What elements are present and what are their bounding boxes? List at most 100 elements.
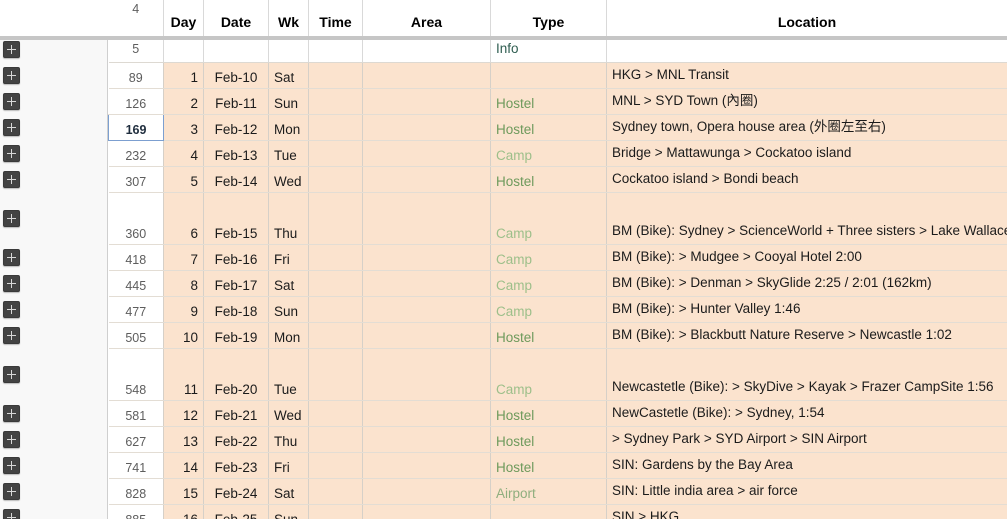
cell-time[interactable] bbox=[308, 166, 363, 193]
cell-area[interactable] bbox=[362, 478, 491, 505]
row-number[interactable]: 360 bbox=[108, 192, 164, 245]
expand-row-button[interactable] bbox=[3, 365, 20, 383]
row-number[interactable]: 307 bbox=[108, 166, 164, 193]
cell-day[interactable]: 13 bbox=[163, 426, 204, 453]
cell-type[interactable]: Hostel bbox=[490, 88, 607, 115]
cell-loc[interactable]: Bridge > Mattawunga > Cockatoo island bbox=[606, 140, 1007, 167]
cell-date[interactable]: Feb-23 bbox=[203, 452, 269, 479]
cell-area[interactable] bbox=[362, 114, 491, 141]
cell-loc[interactable]: SIN: Gardens by the Bay Area bbox=[606, 452, 1007, 479]
cell-time[interactable] bbox=[308, 478, 363, 505]
cell-date[interactable]: Feb-18 bbox=[203, 296, 269, 323]
cell-time[interactable] bbox=[308, 400, 363, 427]
cell-time[interactable] bbox=[308, 348, 363, 401]
table-row[interactable]: 307 5 Feb-14 Wed Hostel Cockatoo island > Bon… bbox=[108, 166, 1007, 193]
cell-time[interactable] bbox=[308, 322, 363, 349]
cell-date[interactable]: Feb-10 bbox=[203, 62, 269, 89]
cell-type[interactable]: Hostel bbox=[490, 114, 607, 141]
table-row[interactable]: 828 15 Feb-24 Sat Airport SIN: Little india a… bbox=[108, 478, 1007, 505]
column-header-date[interactable]: Date bbox=[203, 0, 269, 36]
cell-type[interactable]: Hostel bbox=[490, 400, 607, 427]
cell-loc[interactable]: Cockatoo island > Bondi beach bbox=[606, 166, 1007, 193]
cell-loc[interactable]: SIN > HKG bbox=[606, 504, 1007, 519]
cell-day[interactable]: 7 bbox=[163, 244, 204, 271]
cell-wk[interactable]: Mon bbox=[268, 114, 309, 141]
cell-loc[interactable]: NewCastetle (Bike): > Sydney, 1:54 bbox=[606, 400, 1007, 427]
expand-row-button[interactable] bbox=[3, 482, 20, 500]
column-header-wk[interactable]: Wk bbox=[268, 0, 309, 36]
cell-loc[interactable]: Newcastetle (Bike): > SkyDive > Kayak > … bbox=[606, 348, 1007, 401]
row-number-selected[interactable]: 169 bbox=[108, 113, 164, 141]
cell-date[interactable]: Feb-20 bbox=[203, 348, 269, 401]
cell-day[interactable]: 1 bbox=[163, 62, 204, 89]
table-row[interactable]: 627 13 Feb-22 Thu Hostel > Sydney Park > SYD … bbox=[108, 426, 1007, 453]
cell-time[interactable] bbox=[308, 296, 363, 323]
cell-type[interactable]: Camp bbox=[490, 140, 607, 167]
cell-type[interactable]: Hostel bbox=[490, 166, 607, 193]
table-row[interactable]: 477 9 Feb-18 Sun Camp BM (Bike): > Hunter Val… bbox=[108, 296, 1007, 323]
cell-area[interactable] bbox=[362, 166, 491, 193]
table-row[interactable]: 89 1 Feb-10 Sat HKG > MNL Transit bbox=[108, 62, 1007, 89]
cell-loc[interactable]: BM (Bike): > Mudgee > Cooyal Hotel 2:00 bbox=[606, 244, 1007, 271]
cell-area[interactable] bbox=[362, 348, 491, 401]
cell-loc[interactable]: SIN: Little india area > air force bbox=[606, 478, 1007, 505]
cell-day[interactable]: 14 bbox=[163, 452, 204, 479]
cell-loc[interactable]: BM (Bike): > Hunter Valley 1:46 bbox=[606, 296, 1007, 323]
expand-row-button[interactable] bbox=[3, 209, 20, 227]
cell-wk[interactable]: Thu bbox=[268, 426, 309, 453]
cell-date[interactable]: Feb-14 bbox=[203, 166, 269, 193]
table-row[interactable]: 505 10 Feb-19 Mon Hostel BM (Bike): > Blackbu… bbox=[108, 322, 1007, 349]
expand-row-button[interactable] bbox=[3, 274, 20, 292]
cell-type[interactable]: Airport bbox=[490, 478, 607, 505]
cell-wk[interactable]: Thu bbox=[268, 192, 309, 245]
row-number[interactable]: 418 bbox=[108, 244, 164, 271]
table-row[interactable]: 360 6 Feb-15 Thu Camp BM (Bike): Sydney > Sci… bbox=[108, 192, 1007, 245]
row-number[interactable]: 477 bbox=[108, 296, 164, 323]
table-row[interactable]: 741 14 Feb-23 Fri Hostel SIN: Gardens by the … bbox=[108, 452, 1007, 479]
expand-row-button[interactable] bbox=[3, 170, 20, 188]
cell-area[interactable] bbox=[362, 62, 491, 89]
cell-wk[interactable]: Sun bbox=[268, 504, 309, 519]
cell-time[interactable] bbox=[308, 452, 363, 479]
expand-row-button[interactable] bbox=[3, 66, 20, 84]
cell-date[interactable]: Feb-11 bbox=[203, 88, 269, 115]
cell-type[interactable] bbox=[490, 62, 607, 89]
cell-wk[interactable]: Wed bbox=[268, 166, 309, 193]
cell-area[interactable] bbox=[362, 270, 491, 297]
cell-wk[interactable]: Sun bbox=[268, 296, 309, 323]
cell-wk[interactable]: Sat bbox=[268, 270, 309, 297]
cell-area[interactable] bbox=[362, 504, 491, 519]
row-number[interactable]: 445 bbox=[108, 270, 164, 297]
cell-day[interactable]: 16 bbox=[163, 504, 204, 519]
cell-date[interactable]: Feb-15 bbox=[203, 192, 269, 245]
table-row[interactable]: 581 12 Feb-21 Wed Hostel NewCastetle (Bike): … bbox=[108, 400, 1007, 427]
table-row[interactable]: 126 2 Feb-11 Sun Hostel MNL > SYD Town (內圈) bbox=[108, 88, 1007, 115]
cell-loc[interactable]: MNL > SYD Town (內圈) bbox=[606, 88, 1007, 115]
cell-type[interactable]: Camp bbox=[490, 244, 607, 271]
cell-time[interactable] bbox=[308, 140, 363, 167]
table-row[interactable]: 169 3 Feb-12 Mon Hostel Sydney town, Opera ho… bbox=[108, 113, 1007, 141]
row-number[interactable]: 885 bbox=[108, 504, 164, 519]
column-header-type[interactable]: Type bbox=[490, 0, 607, 36]
cell-area[interactable] bbox=[362, 322, 491, 349]
cell-area[interactable] bbox=[362, 88, 491, 115]
table-row[interactable]: 232 4 Feb-13 Tue Camp Bridge > Mattawunga > C… bbox=[108, 140, 1007, 167]
expand-row-button[interactable] bbox=[3, 118, 20, 136]
cell-day[interactable]: 8 bbox=[163, 270, 204, 297]
cell-wk[interactable]: Tue bbox=[268, 348, 309, 401]
cell-day[interactable]: 4 bbox=[163, 140, 204, 167]
cell-type[interactable]: Camp bbox=[490, 270, 607, 297]
cell-area[interactable] bbox=[362, 400, 491, 427]
row-number[interactable]: 548 bbox=[108, 348, 164, 401]
cell-day[interactable]: 10 bbox=[163, 322, 204, 349]
cell-loc[interactable]: HKG > MNL Transit bbox=[606, 62, 1007, 89]
cell-type[interactable]: Camp bbox=[490, 348, 607, 401]
cell-loc[interactable]: BM (Bike): > Denman > SkyGlide 2:25 / 2:… bbox=[606, 270, 1007, 297]
cell-loc[interactable]: BM (Bike): Sydney > ScienceWorld + Three… bbox=[606, 192, 1007, 245]
expand-row-button[interactable] bbox=[3, 144, 20, 162]
cell-wk[interactable]: Sat bbox=[268, 478, 309, 505]
cell-date[interactable]: Feb-21 bbox=[203, 400, 269, 427]
cell-date[interactable]: Feb-16 bbox=[203, 244, 269, 271]
cell-type[interactable]: Hostel bbox=[490, 452, 607, 479]
row-number[interactable]: 232 bbox=[108, 140, 164, 167]
